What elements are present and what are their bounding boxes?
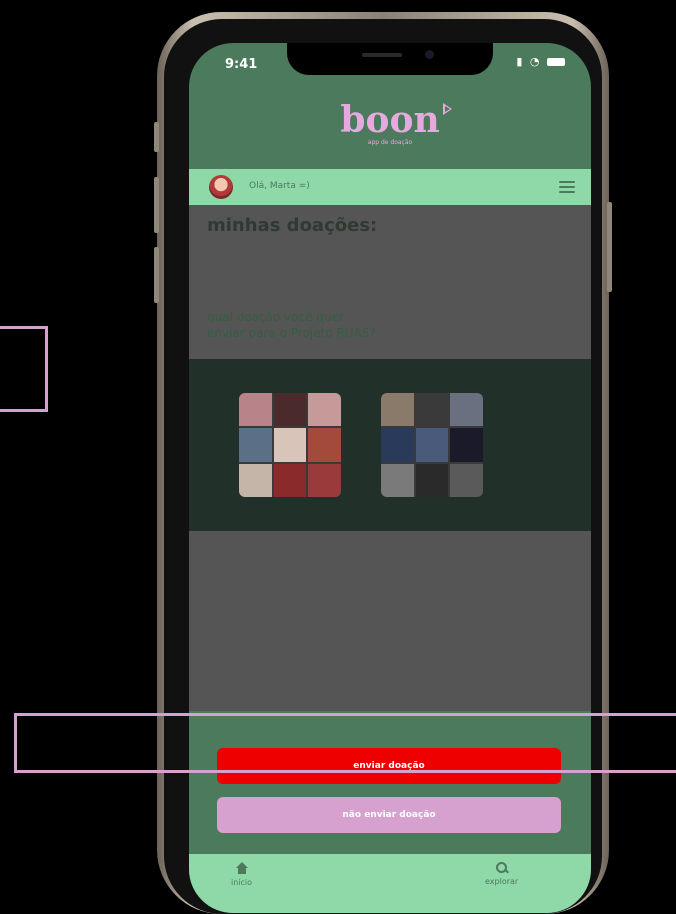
donation-question: qual doação você quer enviar para o Proj… [207,309,376,341]
power-button [607,202,612,292]
search-icon [496,862,508,873]
status-time: 9:41 [225,57,258,72]
tab-home-label: início [231,878,253,887]
dont-send-donation-button[interactable]: não enviar doação [217,797,561,833]
volume-down-button [154,247,159,303]
page-title: minhas doações: [207,215,378,236]
speaker [362,53,402,57]
donation-card-2[interactable] [381,393,483,497]
avatar[interactable] [209,175,233,199]
user-bar: Olá, Marta =) [189,169,591,205]
front-camera [425,50,434,59]
brand-subtitle: app de doação [367,139,413,146]
tab-explore-label: explorar [485,877,519,886]
highlight-box-bottom [14,713,676,773]
phone-frame: 9:41 ▮ ◔ boon app de doação Olá, Marta =… [154,12,612,914]
phone-bezel: 9:41 ▮ ◔ boon app de doação Olá, Marta =… [164,19,602,914]
tab-bar: início explorar [189,854,591,913]
home-icon [235,862,248,874]
brand-title: boon [340,99,440,141]
question-line-1: qual doação você quer [207,310,344,324]
donation-items-band [189,359,591,531]
user-greeting: Olá, Marta =) [249,181,310,191]
volume-up-button [154,177,159,233]
question-line-2: enviar para o Projeto RUAS? [207,326,376,340]
battery-icon [547,58,565,66]
app-screen: 9:41 ▮ ◔ boon app de doação Olá, Marta =… [189,43,591,913]
hamburger-menu-icon[interactable] [559,181,575,193]
notch [287,43,493,75]
status-icons: ▮ ◔ [516,55,565,68]
tab-explore[interactable]: explorar [485,862,518,886]
mute-switch [154,122,159,152]
brand-logo: boon app de doação [189,101,591,146]
tab-home[interactable]: início [231,862,252,887]
wifi-icon: ◔ [529,55,542,68]
donation-card-1[interactable] [239,393,341,497]
donations-panel: minhas doações: qual doação você quer en… [189,205,591,711]
signal-icon: ▮ [516,55,525,68]
highlight-box-left [0,326,48,412]
